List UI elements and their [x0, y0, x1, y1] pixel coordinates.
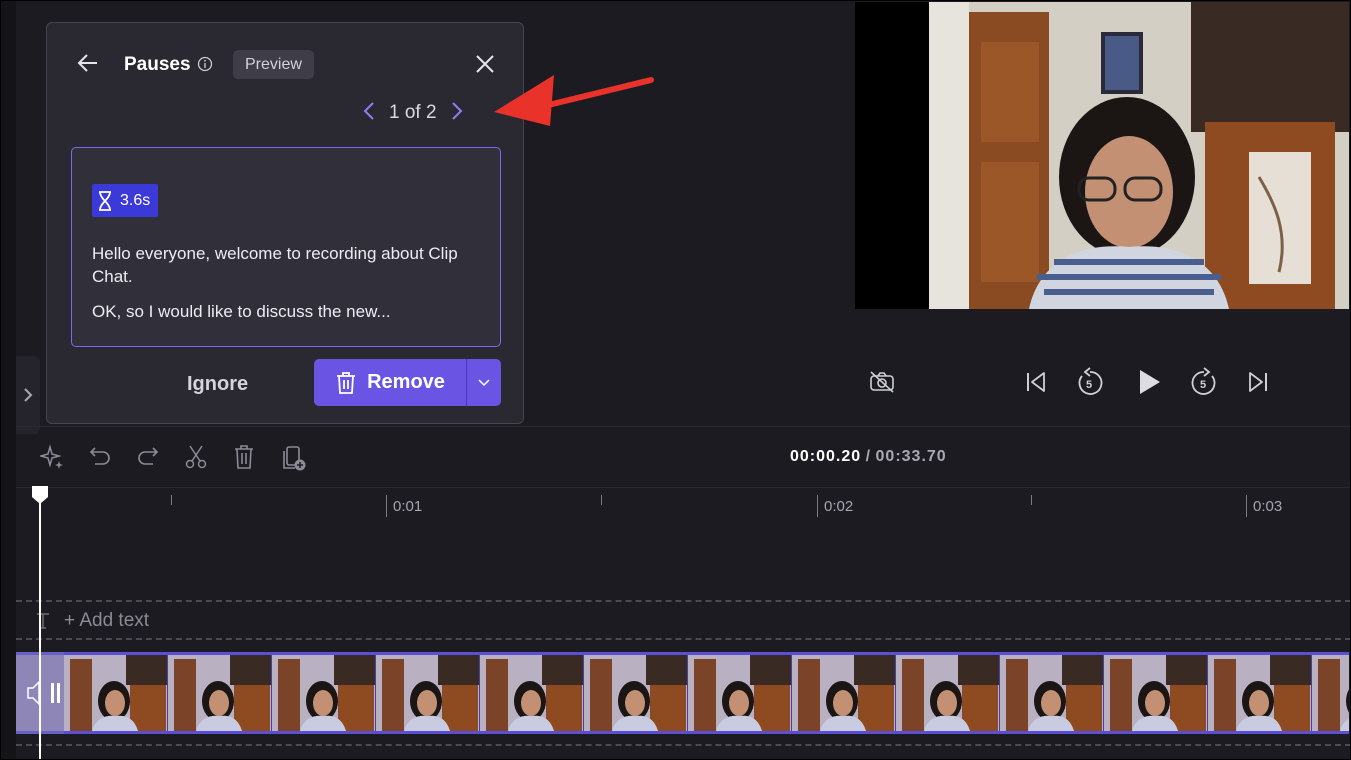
- svg-text:5: 5: [1200, 379, 1206, 391]
- ruler-label: 0:02: [824, 498, 854, 515]
- toolbar-divider: [16, 426, 1351, 427]
- playhead-handle[interactable]: [31, 485, 49, 510]
- split-button[interactable]: [184, 444, 208, 475]
- magic-tool-button[interactable]: [38, 444, 64, 475]
- remove-label: Remove: [367, 371, 445, 393]
- remove-main-button[interactable]: Remove: [314, 359, 466, 406]
- chevron-right-icon: [24, 388, 33, 402]
- skip-to-start-button[interactable]: [1022, 368, 1050, 396]
- ruler-label: 0:01: [393, 498, 423, 515]
- clip-thumbnail: [792, 655, 896, 731]
- preview-badge: Preview: [233, 50, 314, 79]
- video-clip[interactable]: [16, 652, 1349, 734]
- chevron-down-icon: [478, 378, 490, 386]
- clip-thumbnail: [1312, 655, 1349, 731]
- remove-options-dropdown[interactable]: [467, 359, 501, 406]
- clip-thumbnail: [168, 655, 272, 731]
- ruler-major-tick: [386, 495, 387, 517]
- pause-pager: 1 of 2: [363, 99, 493, 127]
- skip-to-start-icon: [1027, 372, 1045, 392]
- current-time: 00:00.20: [790, 448, 862, 465]
- clip-thumbnail: [584, 655, 688, 731]
- clip-thumbnail: [1000, 655, 1104, 731]
- chevron-left-icon: [363, 101, 374, 120]
- clip-thumbnail: [896, 655, 1000, 731]
- trash-icon: [337, 371, 356, 394]
- transcript-line-2: OK, so I would like to discuss the new..…: [92, 302, 391, 321]
- panel-title: Pauses: [124, 54, 191, 75]
- pause-counter: 1 of 2: [389, 102, 437, 123]
- next-pause-button[interactable]: [451, 101, 463, 126]
- skip-to-end-button[interactable]: [1244, 368, 1272, 396]
- trash-icon: [235, 445, 253, 469]
- transcript-line-1: Hello everyone, welcome to recording abo…: [92, 244, 458, 286]
- track-divider: [16, 600, 1351, 602]
- ruler-major-tick: [817, 495, 818, 517]
- rewind-5-icon: 5: [1078, 367, 1103, 395]
- total-time: 00:33.70: [875, 448, 947, 465]
- preview-letterbox: [855, 2, 929, 309]
- pause-card[interactable]: 3.6s Hello everyone, welcome to recordin…: [71, 147, 501, 347]
- back-button[interactable]: [77, 53, 99, 78]
- clip-thumbnail: [64, 655, 168, 731]
- ruler-minor-tick: [601, 495, 602, 505]
- timecode: 00:00.20 / 00:33.70: [790, 448, 947, 466]
- svg-text:5: 5: [1086, 379, 1092, 391]
- hourglass-icon: [99, 190, 111, 211]
- clip-thumbnail: [272, 655, 376, 731]
- annotation-arrow: [486, 70, 656, 135]
- pauses-panel: Pauses Preview 1 of 2 3.6s Hello everyon…: [46, 22, 524, 424]
- track-divider: [16, 744, 1351, 746]
- redo-icon: [138, 447, 159, 465]
- play-button[interactable]: [1133, 366, 1165, 398]
- clip-thumbnail: [1208, 655, 1312, 731]
- forward-5-icon: 5: [1191, 367, 1216, 395]
- previous-pause-button[interactable]: [363, 101, 375, 126]
- playhead-marker-icon: [32, 486, 48, 504]
- duration-label: 3.6s: [120, 191, 151, 209]
- undo-icon: [89, 447, 110, 465]
- playhead-line[interactable]: [39, 498, 41, 760]
- rewind-5-button[interactable]: 5: [1075, 366, 1105, 396]
- chevron-right-icon: [451, 101, 462, 120]
- remove-button[interactable]: Remove: [314, 359, 501, 406]
- undo-button[interactable]: [89, 444, 111, 473]
- ruler-minor-tick: [1031, 495, 1032, 505]
- expand-sidebar-button[interactable]: [16, 356, 40, 434]
- ruler-label: 0:03: [1253, 498, 1283, 515]
- clip-thumbnail: [1104, 655, 1208, 731]
- magic-sparkle-icon: [38, 444, 63, 469]
- video-preview: [929, 2, 1349, 309]
- clip-thumbnail: [376, 655, 480, 731]
- info-icon[interactable]: [197, 56, 213, 77]
- time-separator: /: [865, 448, 872, 465]
- ignore-button[interactable]: Ignore: [187, 369, 269, 399]
- forward-5-button[interactable]: 5: [1189, 366, 1219, 396]
- duplicate-button[interactable]: [282, 444, 308, 477]
- duration-badge: 3.6s: [92, 184, 159, 217]
- ruler-major-tick: [1246, 495, 1247, 517]
- clip-thumbnails: [64, 655, 1349, 731]
- redo-button[interactable]: [137, 444, 159, 473]
- delete-button[interactable]: [233, 444, 255, 475]
- camera-off-button[interactable]: [868, 368, 896, 396]
- clip-thumbnail: [480, 655, 584, 731]
- copy-add-icon: [283, 446, 306, 471]
- play-icon: [1140, 370, 1160, 394]
- camera-off-icon: [870, 371, 894, 393]
- skip-to-end-icon: [1249, 372, 1267, 392]
- ruler-divider: [16, 487, 1351, 488]
- scissors-icon: [185, 445, 207, 469]
- track-divider: [16, 638, 1351, 640]
- arrow-left-icon: [77, 54, 97, 72]
- add-text-track[interactable]: + Add text: [36, 610, 149, 632]
- clip-thumbnail: [688, 655, 792, 731]
- add-text-label: + Add text: [64, 610, 150, 631]
- left-edge-strip: [0, 0, 16, 760]
- ruler-minor-tick: [171, 495, 172, 505]
